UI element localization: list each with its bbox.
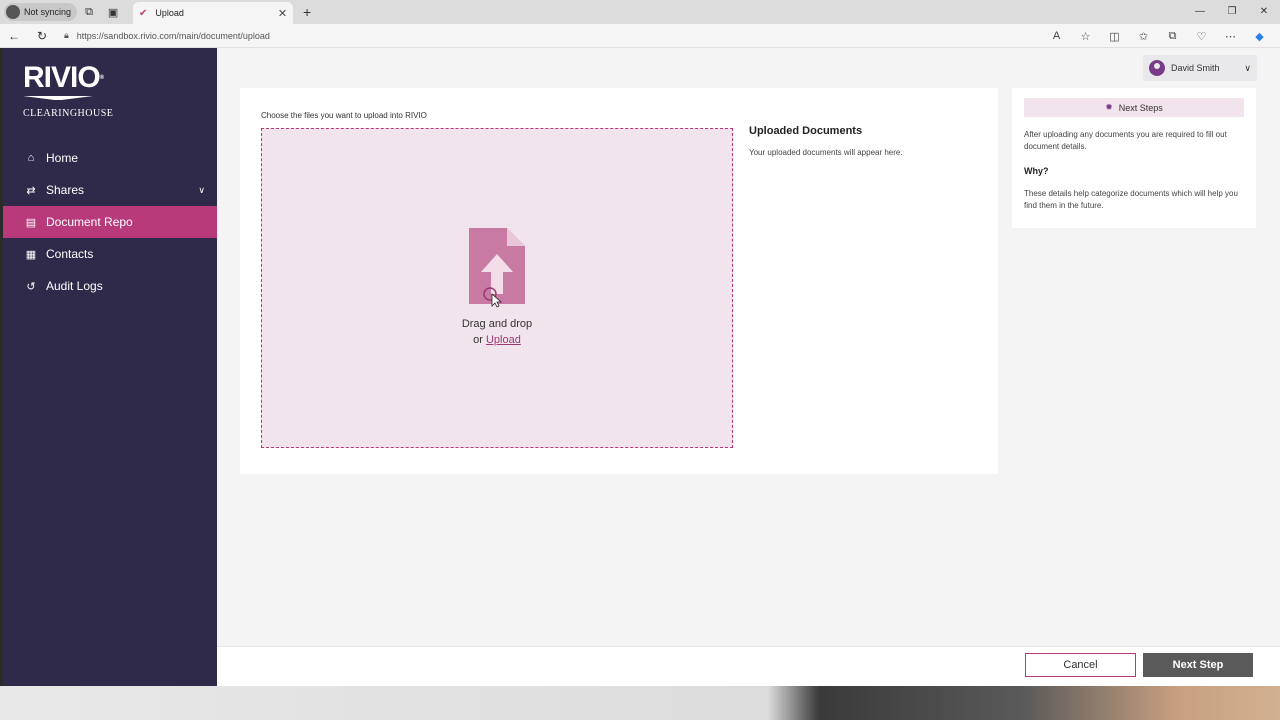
next-steps-title: Next Steps: [1118, 102, 1163, 113]
refresh-icon[interactable]: ↻: [28, 25, 56, 47]
minimize-icon[interactable]: —: [1184, 0, 1216, 22]
upload-card: Choose the files you want to upload into…: [240, 88, 998, 474]
url-field[interactable]: 🔒︎ https://sandbox.rivio.com/main/docume…: [64, 30, 270, 41]
split-screen-icon[interactable]: ◫: [1100, 30, 1129, 43]
browser-essentials-icon[interactable]: ♡: [1187, 30, 1216, 43]
footer-action-bar: Cancel Next Step: [217, 646, 1280, 686]
why-heading: Why?: [1024, 166, 1049, 176]
browser-tab-bar: Not syncing ⧉ ▣ ✔ Upload ✕ + — ❐ ✕: [0, 0, 1280, 24]
window-close-icon[interactable]: ✕: [1248, 0, 1280, 22]
more-menu-icon[interactable]: ⋯: [1216, 30, 1245, 43]
browser-address-bar: ← ↻ 🔒︎ https://sandbox.rivio.com/main/do…: [0, 24, 1280, 48]
logo-subtitle: CLEARINGHOUSE: [23, 108, 114, 119]
next-steps-body: After uploading any documents you are re…: [1024, 130, 1227, 151]
or-label: or: [473, 334, 486, 346]
favorites-icon[interactable]: ✩: [1129, 30, 1158, 43]
profile-sync-label: Not syncing: [24, 7, 72, 17]
next-steps-header: ✹ Next Steps: [1024, 98, 1244, 117]
next-steps-panel: ✹ Next Steps After uploading any documen…: [1012, 88, 1256, 228]
logo-brand: RIVIO: [23, 61, 101, 94]
chevron-down-icon: ∨: [1244, 62, 1251, 73]
read-aloud-icon[interactable]: A: [1042, 30, 1071, 42]
history-icon: ↺: [26, 280, 36, 293]
sidebar-menu: ⌂ Home ⇄ Shares ∨ ▤ Document Repo ▦ Cont…: [3, 142, 217, 302]
shares-icon: ⇄: [26, 184, 36, 197]
url-text: https://sandbox.rivio.com/main/document/…: [76, 30, 270, 41]
next-step-button[interactable]: Next Step: [1143, 653, 1253, 677]
sidebar-item-audit-logs[interactable]: ↺ Audit Logs: [3, 270, 217, 302]
sidebar-item-label: Home: [46, 151, 79, 165]
tab-title: Upload: [155, 8, 184, 18]
favorite-star-icon[interactable]: ☆: [1071, 30, 1100, 43]
chevron-down-icon: ∨: [198, 184, 205, 195]
upload-link[interactable]: Upload: [486, 334, 521, 346]
sidebar-item-label: Contacts: [46, 247, 94, 261]
uploaded-documents-empty-text: Your uploaded documents will appear here…: [749, 148, 903, 157]
cancel-button[interactable]: Cancel: [1025, 653, 1136, 677]
restore-icon[interactable]: ❐: [1216, 0, 1248, 22]
drag-drop-text: Drag and drop or Upload: [262, 316, 732, 348]
user-name: David Smith: [1171, 63, 1220, 73]
back-icon[interactable]: ←: [0, 25, 28, 47]
browser-toolbar-right: A ☆ ◫ ✩ ⧉ ♡ ⋯ ◆: [1042, 24, 1274, 48]
sidebar-item-label: Document Repo: [46, 215, 133, 229]
document-icon: ▤: [25, 216, 37, 229]
drag-drop-label: Drag and drop: [461, 318, 533, 330]
tab-close-icon[interactable]: ✕: [278, 7, 287, 20]
sidebar-item-label: Shares: [46, 183, 85, 197]
lock-icon: 🔒︎: [64, 30, 69, 40]
collections-icon[interactable]: ⧉: [1158, 30, 1187, 43]
copilot-icon[interactable]: ◆: [1245, 30, 1274, 43]
home-icon: ⌂: [27, 152, 35, 164]
tab-actions-icon[interactable]: ▣: [101, 1, 125, 23]
browser-tab-upload[interactable]: ✔ Upload ✕: [133, 2, 294, 24]
contacts-icon: ▦: [25, 248, 37, 261]
sidebar-item-contacts[interactable]: ▦ Contacts: [3, 238, 217, 270]
lightbulb-icon: ✹: [1105, 102, 1113, 112]
sidebar-item-label: Audit Logs: [46, 279, 103, 293]
sidebar-item-home[interactable]: ⌂ Home: [3, 142, 217, 174]
logo-chevron-mark: [23, 96, 93, 108]
file-dropzone[interactable]: Drag and drop or Upload: [261, 128, 733, 448]
new-tab-icon[interactable]: +: [303, 4, 311, 20]
upload-instruction: Choose the files you want to upload into…: [261, 111, 427, 120]
rivio-logo[interactable]: RIVIO® CLEARINGHOUSE: [23, 61, 114, 120]
profile-button[interactable]: Not syncing: [4, 3, 78, 21]
app-root: RIVIO® CLEARINGHOUSE ⌂ Home ⇄ Shares ∨ ▤…: [3, 48, 1280, 686]
mouse-cursor-icon: [483, 287, 503, 308]
rivio-favicon-icon: ✔: [139, 7, 148, 19]
profile-avatar: [6, 5, 20, 19]
desktop-background-strip: [0, 686, 1280, 720]
sidebar-item-document-repo[interactable]: ▤ Document Repo: [3, 206, 217, 238]
user-menu-button[interactable]: David Smith ∨: [1143, 55, 1257, 81]
workspaces-icon[interactable]: ⧉: [77, 1, 101, 23]
user-avatar-icon: [1149, 60, 1165, 76]
sidebar-item-shares[interactable]: ⇄ Shares ∨: [3, 174, 217, 206]
why-body: These details help categorize documents …: [1024, 189, 1238, 210]
window-controls: — ❐ ✕: [1184, 0, 1280, 24]
sidebar: RIVIO® CLEARINGHOUSE ⌂ Home ⇄ Shares ∨ ▤…: [3, 48, 217, 686]
uploaded-documents-title: Uploaded Documents: [749, 125, 863, 137]
